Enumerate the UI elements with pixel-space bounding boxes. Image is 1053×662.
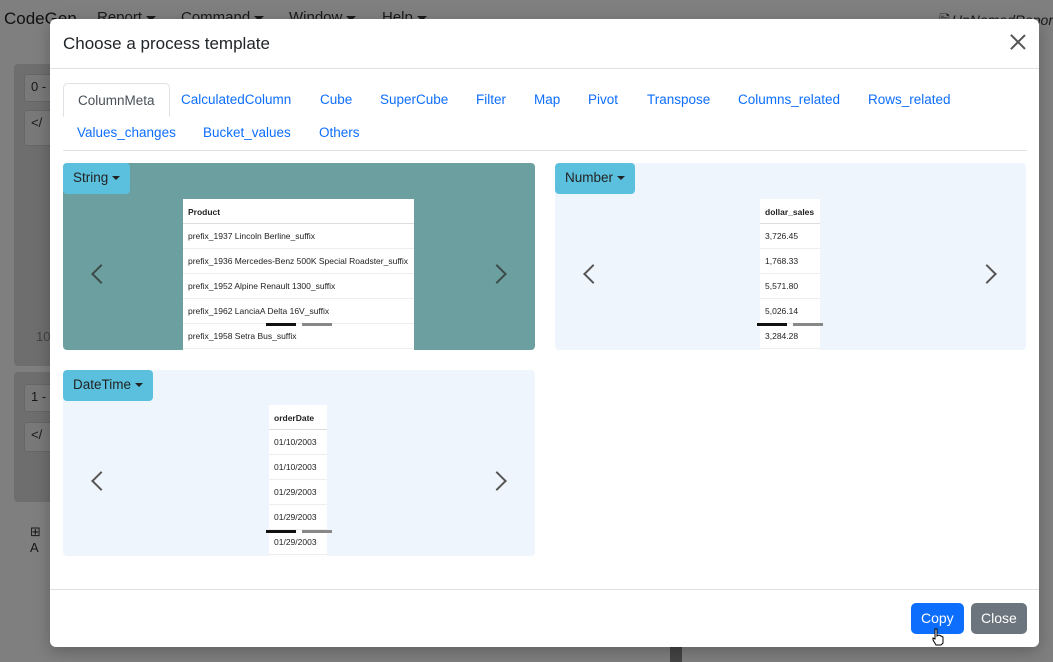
table-row: prefix_1952 Alpine Renault 1300_suffix (183, 274, 414, 299)
table-row: 01/29/2003 (269, 530, 327, 555)
tab-columnmeta[interactable]: ColumnMeta (63, 83, 170, 117)
tab-filter[interactable]: Filter (462, 83, 520, 117)
datetime-dropdown-button[interactable]: DateTime (63, 370, 154, 401)
table-row: 01/29/2003 (269, 480, 327, 505)
carousel-prev-icon[interactable] (91, 471, 111, 491)
table-row: prefix_1936 Mercedes-Benz 500K Special R… (183, 249, 414, 274)
modal-title: Choose a process template (63, 34, 270, 53)
caret-down-icon (135, 383, 144, 388)
tab-columns-related[interactable]: Columns_related (724, 83, 854, 117)
modal-footer-divider (50, 589, 1039, 590)
tab-supercube[interactable]: SuperCube (366, 83, 462, 117)
number-dropdown-button[interactable]: Number (555, 163, 636, 194)
carousel-next-icon[interactable] (977, 264, 997, 284)
carousel-next-icon[interactable] (487, 264, 507, 284)
table-header: Product (183, 199, 414, 224)
table-row: prefix_1937 Lincoln Berline_suffix (183, 224, 414, 249)
tab-cube[interactable]: Cube (306, 83, 366, 117)
table-row: 5,026.14 (760, 299, 820, 324)
carousel-prev-icon[interactable] (583, 264, 603, 284)
string-template-card[interactable]: String Product prefix_1937 Lincoln Berli… (63, 163, 535, 350)
carousel-indicator[interactable] (302, 530, 332, 533)
table-header: orderDate (269, 405, 327, 430)
carousel-indicator-active[interactable] (757, 323, 787, 326)
table-row: 1,768.33 (760, 249, 820, 274)
carousel-prev-icon[interactable] (91, 264, 111, 284)
table-row: 3,284.28 (760, 324, 820, 349)
carousel-indicator-active[interactable] (266, 323, 296, 326)
process-template-modal: Choose a process template ColumnMeta Cal… (50, 19, 1039, 647)
tab-transpose[interactable]: Transpose (633, 83, 724, 117)
carousel-indicator[interactable] (793, 323, 823, 326)
table-row: 01/10/2003 (269, 430, 327, 455)
string-dropdown-button[interactable]: String (63, 163, 131, 194)
number-preview-table: dollar_sales 3,726.45 1,768.33 5,571.80 … (760, 199, 820, 350)
table-row: 01/10/2003 (269, 455, 327, 480)
tab-values-changes[interactable]: Values_changes (63, 116, 190, 150)
hand-cursor-icon (932, 628, 944, 646)
datetime-template-card[interactable]: DateTime orderDate 01/10/2003 01/10/2003… (63, 370, 535, 556)
carousel-indicator[interactable] (302, 323, 332, 326)
close-button[interactable]: Close (971, 603, 1027, 634)
modal-header: Choose a process template (50, 19, 1039, 69)
carousel-next-icon[interactable] (487, 471, 507, 491)
tab-calculatedcolumn[interactable]: CalculatedColumn (167, 83, 305, 117)
datetime-preview-table: orderDate 01/10/2003 01/10/2003 01/29/20… (269, 405, 327, 556)
caret-down-icon (112, 176, 121, 181)
table-row: 5,571.80 (760, 274, 820, 299)
tab-map[interactable]: Map (520, 83, 574, 117)
table-row: 3,726.45 (760, 224, 820, 249)
string-preview-table: Product prefix_1937 Lincoln Berline_suff… (183, 199, 414, 350)
tab-pivot[interactable]: Pivot (574, 83, 632, 117)
template-tabs: ColumnMeta CalculatedColumn Cube SuperCu… (63, 83, 1027, 151)
close-icon[interactable] (1009, 33, 1027, 51)
caret-down-icon (617, 176, 626, 181)
tab-bucket-values[interactable]: Bucket_values (189, 116, 305, 150)
tab-others[interactable]: Others (305, 116, 374, 150)
table-row: prefix_1962 LanciaA Delta 16V_suffix (183, 299, 414, 324)
table-header: dollar_sales (760, 199, 820, 224)
carousel-indicator-active[interactable] (266, 530, 296, 533)
number-template-card[interactable]: Number dollar_sales 3,726.45 1,768.33 5,… (555, 163, 1026, 350)
table-row: prefix_1958 Setra Bus_suffix (183, 324, 414, 349)
tab-rows-related[interactable]: Rows_related (854, 83, 965, 117)
table-row: 01/29/2003 (269, 505, 327, 530)
